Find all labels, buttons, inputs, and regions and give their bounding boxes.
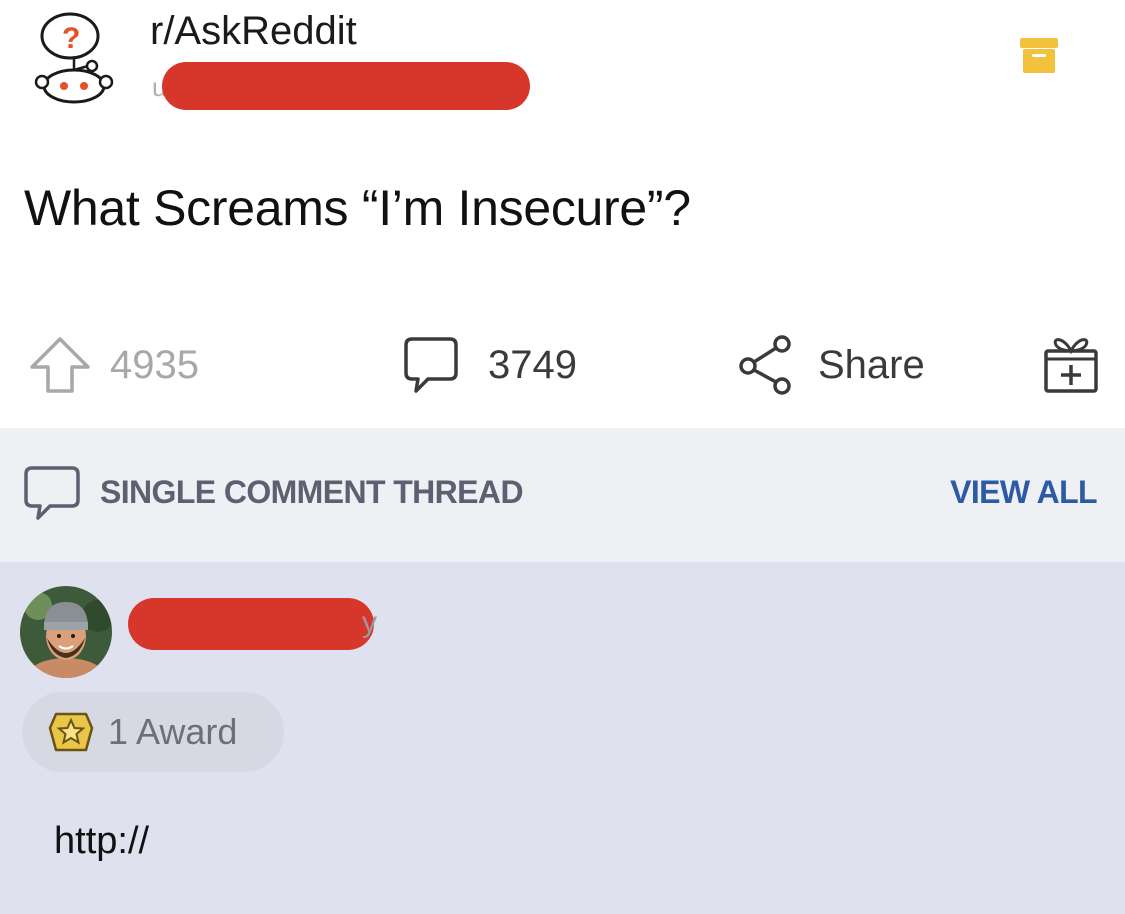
award-count: 1 Award (108, 711, 238, 752)
comment-count: 3749 (488, 343, 577, 387)
upvote-button[interactable]: 4935 (28, 334, 199, 396)
post-author[interactable]: u (150, 62, 530, 110)
post-card: ? r/AskReddit u What Screams “I’m Insecu… (0, 0, 1125, 428)
svg-text:?: ? (62, 22, 80, 55)
upvote-icon (30, 337, 90, 393)
commenter-avatar[interactable] (20, 586, 112, 678)
share-label: Share (818, 343, 925, 387)
give-award-button[interactable] (1040, 332, 1102, 394)
share-button[interactable]: Share (736, 334, 925, 396)
comment-icon (404, 337, 458, 393)
subreddit-avatar-icon[interactable]: ? (22, 8, 126, 112)
comments-button[interactable]: 3749 (402, 334, 577, 396)
comment-body[interactable]: http:// (54, 816, 149, 866)
upvote-count: 4935 (110, 343, 199, 387)
commenter-name-tail: y (362, 606, 377, 639)
archive-icon[interactable] (1018, 34, 1060, 76)
username-redaction (162, 62, 530, 110)
gift-award-icon (1044, 338, 1098, 393)
comment-thread-icon (22, 462, 82, 529)
single-comment-thread-bar: SINGLE COMMENT THREAD VIEW ALL (0, 428, 1125, 562)
award-badge[interactable]: 1 Award (22, 692, 284, 772)
subreddit-name[interactable]: r/AskReddit (150, 6, 357, 56)
view-all-link[interactable]: VIEW ALL (950, 474, 1097, 511)
comment: y 1 Award http:// (0, 562, 1125, 914)
share-icon (739, 335, 791, 395)
commenter-name-redaction (128, 598, 374, 650)
post-title[interactable]: What Screams “I’m Insecure”? (24, 176, 691, 240)
award-badge-icon (48, 712, 94, 752)
thread-label: SINGLE COMMENT THREAD (100, 474, 524, 510)
